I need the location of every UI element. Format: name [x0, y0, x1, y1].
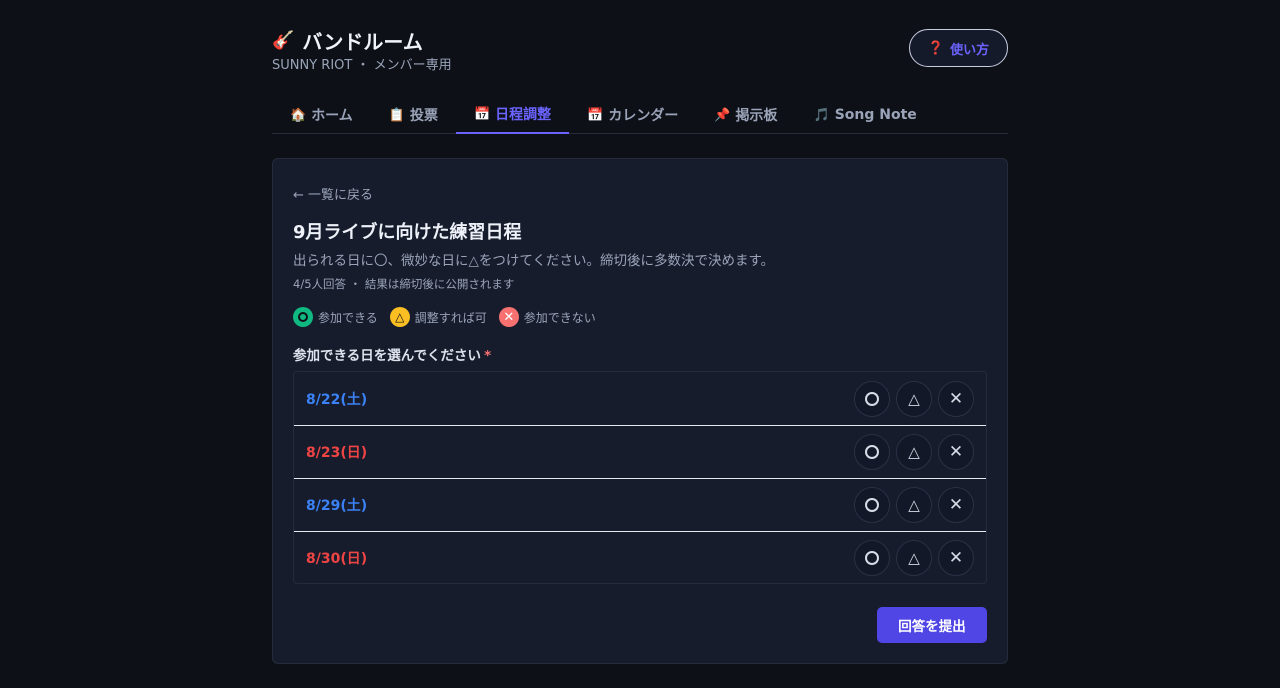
circle-icon: [865, 391, 879, 406]
cross-icon: ✕: [498, 307, 519, 327]
answer-ok-button[interactable]: [854, 487, 890, 523]
tab-calendar[interactable]: 📅 カレンダー: [569, 96, 696, 134]
pushpin-icon: 📌: [714, 107, 731, 123]
help-button[interactable]: ❓ 使い方: [909, 29, 1008, 67]
question-icon: ❓: [927, 40, 945, 56]
date-label: 8/30(日): [306, 551, 368, 567]
answer-maybe-button[interactable]: △: [896, 487, 932, 523]
tab-label: ホーム: [311, 108, 353, 124]
answer-ng-button[interactable]: ✕: [938, 380, 974, 417]
calendar-icon: 📅: [587, 107, 604, 123]
tab-label: 日程調整: [495, 107, 552, 123]
section-label: 参加できる日を選んでください *: [293, 344, 491, 364]
app-subtitle: SUNNY RIOT ・ メンバー専用: [272, 58, 452, 73]
answer-ng-button[interactable]: ✕: [938, 487, 974, 523]
legend-item-maybe: △ 調整すれば可: [389, 307, 487, 327]
answer-options: △ ✕: [854, 540, 974, 576]
triangle-icon: △: [908, 549, 920, 567]
music-note-icon: 🎵: [813, 107, 830, 123]
tab-vote[interactable]: 📋 投票: [371, 96, 456, 134]
cross-icon: ✕: [948, 388, 964, 409]
triangle-icon: △: [908, 496, 920, 514]
date-label: 8/23(日): [306, 445, 368, 461]
schedule-card: ← 一覧に戻る 9月ライブに向けた練習日程 出られる日に〇、微妙な日に△をつけて…: [272, 158, 1008, 664]
tab-home[interactable]: 🏠 ホーム: [272, 96, 371, 134]
tab-label: 投票: [409, 108, 438, 124]
answer-ok-button[interactable]: [854, 380, 890, 417]
help-button-label: 使い方: [950, 42, 990, 58]
tab-song-note[interactable]: 🎵 Song Note: [796, 96, 935, 134]
tab-label: 掲示板: [735, 108, 778, 124]
schedule-description: 出られる日に〇、微妙な日に△をつけてください。締切後に多数決で決めます。: [293, 253, 775, 269]
tab-bar: 🏠 ホーム 📋 投票 📅 日程調整 📅 カレンダー 📌 掲示板 🎵 Song N…: [272, 96, 1008, 134]
cross-icon: ✕: [948, 495, 964, 515]
answer-options: △ ✕: [854, 487, 974, 523]
page-container: 🎸 バンドルーム SUNNY RIOT ・ メンバー専用 ❓ 使い方 🏠 ホーム…: [272, 0, 1008, 664]
clipboard-icon: 📋: [388, 107, 405, 123]
circle-icon: [865, 445, 879, 459]
required-mark: *: [484, 348, 492, 364]
cross-icon: ✕: [948, 442, 964, 462]
tab-schedule[interactable]: 📅 日程調整: [455, 96, 570, 134]
app-title-text: バンドルーム: [302, 30, 423, 54]
legend-item-ok: 参加できる: [293, 307, 378, 327]
triangle-icon: △: [908, 389, 920, 408]
answer-ng-button[interactable]: ✕: [938, 540, 974, 576]
triangle-icon: △: [389, 307, 410, 327]
submit-button[interactable]: 回答を提出: [877, 607, 987, 643]
tab-board[interactable]: 📌 掲示板: [696, 96, 795, 134]
legend-item-ng: ✕ 参加できない: [498, 307, 596, 327]
triangle-icon: △: [908, 443, 920, 461]
legend-label: 調整すれば可: [414, 310, 487, 325]
date-label: 8/22(土): [306, 391, 368, 408]
tab-label: Song Note: [834, 107, 917, 123]
schedule-meta: 4/5人回答 ・ 結果は締切後に公開されます: [293, 277, 515, 291]
answer-ok-button[interactable]: [854, 540, 890, 576]
answer-maybe-button[interactable]: △: [896, 380, 932, 417]
date-row: 8/29(土) △ ✕: [294, 478, 986, 531]
schedule-title: 9月ライブに向けた練習日程: [293, 222, 522, 243]
date-row: 8/22(土) △ ✕: [294, 372, 986, 425]
guitar-icon: 🎸: [272, 30, 295, 51]
section-label-text: 参加できる日を選んでください: [293, 348, 482, 364]
date-row: 8/30(日) △ ✕: [294, 531, 986, 583]
answer-options: △ ✕: [854, 380, 974, 417]
legend-label: 参加できない: [523, 310, 596, 325]
date-list: 8/22(土) △ ✕ 8/23(日) △ ✕ 8/29(土) △ ✕ 8/30…: [293, 371, 987, 584]
date-row: 8/23(日) △ ✕: [294, 425, 986, 478]
cross-icon: ✕: [948, 548, 964, 568]
tab-label: カレンダー: [608, 108, 679, 124]
answer-ok-button[interactable]: [854, 434, 890, 470]
back-link[interactable]: ← 一覧に戻る: [293, 184, 373, 203]
calendar-icon: 📅: [473, 106, 491, 122]
circle-icon: [865, 498, 879, 512]
circle-icon: [293, 307, 313, 327]
answer-ng-button[interactable]: ✕: [938, 434, 974, 470]
house-icon: 🏠: [290, 107, 307, 123]
answer-options: △ ✕: [854, 434, 974, 470]
circle-icon: [865, 551, 879, 565]
date-label: 8/29(土): [306, 498, 368, 514]
answer-maybe-button[interactable]: △: [896, 434, 932, 470]
header: 🎸 バンドルーム SUNNY RIOT ・ メンバー専用 ❓ 使い方: [272, 0, 1008, 92]
legend: 参加できる △ 調整すれば可 ✕ 参加できない: [293, 307, 598, 327]
answer-maybe-button[interactable]: △: [896, 540, 932, 576]
legend-label: 参加できる: [318, 310, 378, 325]
app-title: 🎸 バンドルーム: [272, 26, 423, 55]
